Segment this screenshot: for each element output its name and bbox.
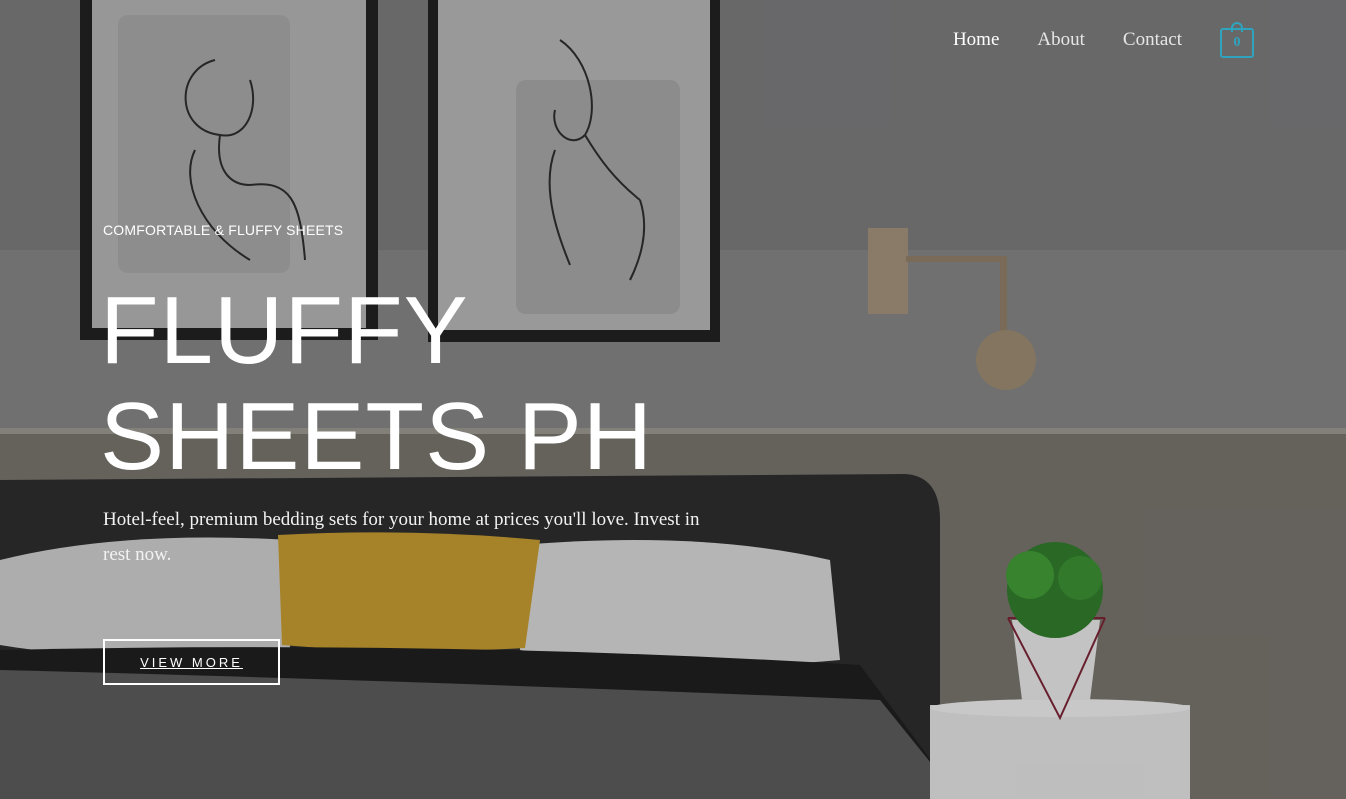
hero-headline-line-2: SHEETS PH — [100, 383, 654, 490]
hero-headline-line-1: FLUFFY — [100, 277, 469, 384]
hero-eyebrow: COMFORTABLE & FLUFFY SHEETS — [103, 222, 344, 238]
cart-count: 0 — [1220, 28, 1254, 58]
hero-headline: FLUFFY SHEETS PH — [100, 278, 740, 490]
cart-button[interactable]: 0 — [1220, 22, 1254, 58]
nav-link-about[interactable]: About — [1037, 29, 1085, 51]
nav-link-contact[interactable]: Contact — [1123, 29, 1182, 51]
nav-link-home[interactable]: Home — [953, 29, 999, 51]
shopping-bag-icon — [1231, 22, 1243, 32]
main-navigation: Home About Contact 0 — [915, 22, 1254, 58]
hero-subtitle: Hotel-feel, premium bedding sets for you… — [103, 509, 700, 565]
hero-section: Home About Contact 0 COMFORTABLE & FLUFF… — [0, 0, 1346, 799]
view-more-button[interactable]: VIEW MORE — [103, 639, 280, 685]
